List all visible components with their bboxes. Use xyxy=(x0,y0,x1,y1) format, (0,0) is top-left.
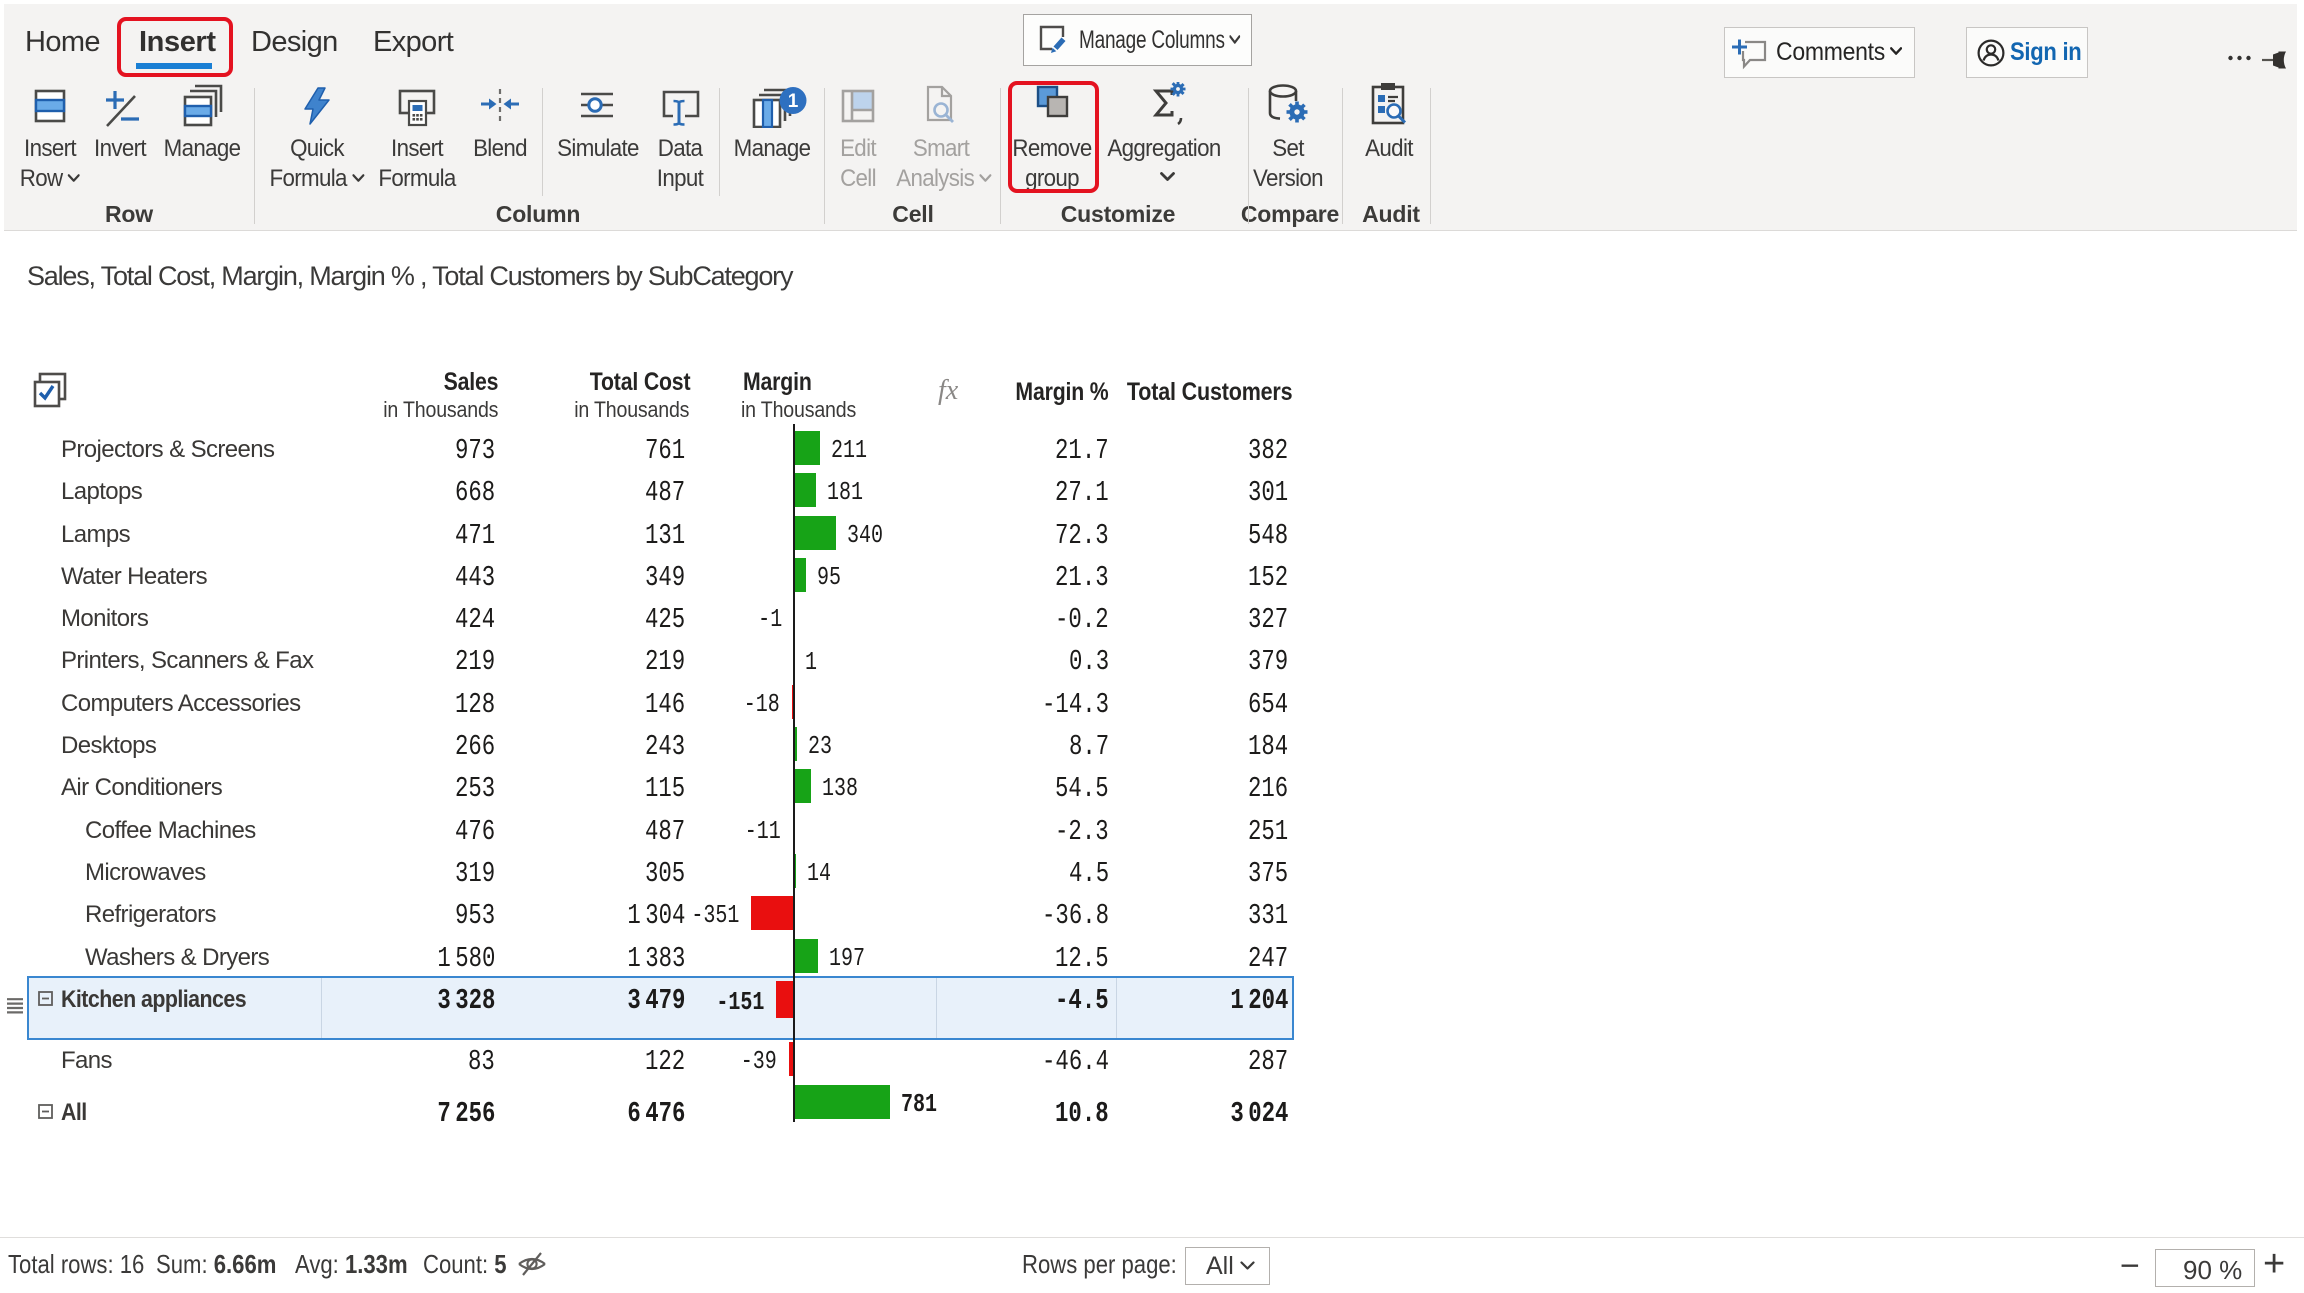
svg-text:1: 1 xyxy=(788,91,799,112)
